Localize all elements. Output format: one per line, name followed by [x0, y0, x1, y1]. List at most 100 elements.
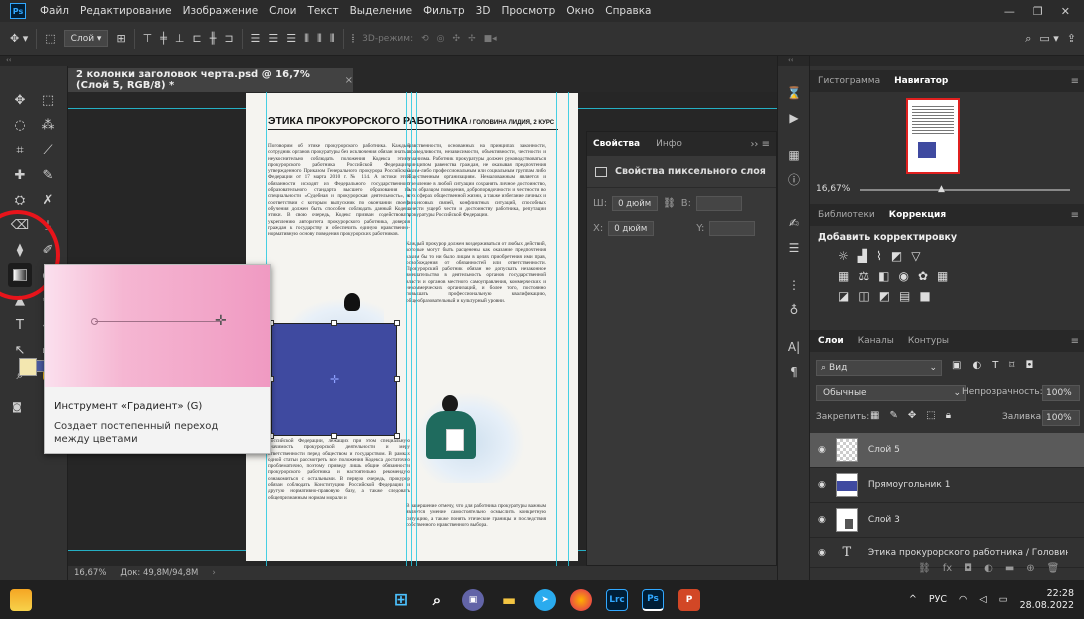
distribute-bottom-icon[interactable]: ☰ [286, 32, 296, 45]
photo-filter-icon[interactable]: ◉ [898, 269, 908, 283]
magic-wand-tool-icon[interactable]: ⁂ [36, 113, 60, 137]
opacity-field[interactable]: 100% [1042, 385, 1080, 401]
light-icon[interactable]: ♁ [778, 297, 810, 322]
threshold-icon[interactable]: ◩ [879, 289, 890, 303]
layer-row[interactable]: ◉ Слой 3 [810, 503, 1084, 538]
layer-select-dropdown[interactable]: Слой ▾ [63, 30, 109, 47]
align-bottom-icon[interactable]: ⊥ [175, 32, 185, 45]
height-field[interactable] [696, 196, 742, 211]
menu-file[interactable]: Файл [40, 5, 69, 17]
info-icon[interactable]: ⓘ [778, 167, 810, 192]
adjustments-icon[interactable]: ☰ [778, 235, 810, 260]
mask-icon[interactable]: ◘ [964, 563, 972, 574]
3d-roll-icon[interactable]: ◎ [437, 34, 445, 44]
tab-info[interactable]: Инфо [656, 139, 682, 149]
clone-stamp-tool-icon[interactable]: ⛭ [8, 188, 32, 212]
eye-icon[interactable]: ◉ [818, 480, 826, 490]
tab-properties[interactable]: Свойства [593, 139, 640, 149]
panel-menu-icon[interactable]: ›› ≡ [750, 139, 770, 150]
align-left-icon[interactable]: ⊏ [192, 32, 201, 45]
align-vcenter-icon[interactable]: ╪ [160, 32, 167, 45]
y-field[interactable] [709, 221, 756, 236]
fill-field[interactable]: 100% [1042, 410, 1080, 426]
share-icon[interactable]: ⇪ [1067, 32, 1076, 45]
menu-3d[interactable]: 3D [476, 5, 491, 17]
libraries-icon[interactable]: ⋮ [778, 272, 810, 297]
teams-icon[interactable]: ▣ [462, 588, 484, 611]
firefox-icon[interactable] [570, 588, 592, 611]
auto-select-icon[interactable]: ⬚ [45, 32, 55, 45]
eye-icon[interactable]: ◉ [818, 515, 826, 525]
minimize-icon[interactable]: — [1004, 5, 1015, 18]
menu-view[interactable]: Просмотр [501, 5, 555, 17]
adjustment-layer-icon[interactable]: ◐ [984, 563, 993, 574]
eye-icon[interactable]: ◉ [818, 445, 826, 455]
panel-menu-icon[interactable]: ≡ [1071, 336, 1079, 347]
navigator-zoom-slider[interactable] [860, 189, 1070, 191]
delete-layer-icon[interactable]: 🗑︎ [1047, 563, 1060, 574]
tab-layers[interactable]: Слои [818, 336, 844, 346]
x-field[interactable]: 0 дюйм [608, 221, 655, 236]
lock-move-icon[interactable]: ✥ [908, 410, 916, 421]
exposure-icon[interactable]: ◩ [891, 249, 902, 263]
brush-tool-icon[interactable]: ✎ [36, 163, 60, 187]
volume-icon[interactable]: ◁ [979, 594, 986, 605]
document-tab[interactable]: 2 колонки заголовок черта.psd @ 16,7% (С… [68, 68, 353, 92]
tab-paths[interactable]: Контуры [908, 336, 949, 346]
menu-help[interactable]: Справка [605, 5, 651, 17]
document-canvas[interactable]: ЭТИКА ПРОКУРОРСКОГО РАБОТНИКА / ГОЛОВИНА… [246, 92, 578, 566]
distribute-right-icon[interactable]: ⦀ [330, 32, 335, 46]
play-icon[interactable]: ▶ [778, 105, 810, 130]
distribute-center-icon[interactable]: ⦀ [317, 32, 322, 46]
lock-artboard-icon[interactable]: ⬚ [926, 410, 935, 421]
hue-saturation-icon[interactable]: ▦ [838, 269, 849, 283]
transform-handle[interactable] [394, 376, 400, 382]
history-brush-tool-icon[interactable]: ✗ [36, 188, 60, 212]
3d-orbit-icon[interactable]: ⟲ [421, 34, 429, 44]
panel-menu-icon[interactable]: ≡ [1071, 76, 1079, 87]
histogram-icon[interactable]: ▦ [778, 142, 810, 167]
powerpoint-icon[interactable]: P [678, 588, 700, 611]
layer-row[interactable]: ◉ Прямоугольник 1 [810, 468, 1084, 503]
brush-settings-icon[interactable]: ✍ [778, 210, 810, 235]
photoshop-taskbar-icon[interactable]: Ps [642, 588, 664, 611]
lasso-tool-icon[interactable]: ◌ [8, 113, 32, 137]
distribute-top-icon[interactable]: ☰ [251, 32, 261, 45]
close-icon[interactable]: ✕ [1061, 5, 1070, 18]
color-lookup-icon[interactable]: ▦ [937, 269, 948, 283]
new-layer-icon[interactable]: ⊕ [1026, 563, 1034, 574]
search-icon[interactable]: ⌕ [1025, 32, 1031, 46]
menu-image[interactable]: Изображение [183, 5, 259, 17]
foreground-color-swatch[interactable] [19, 358, 37, 376]
navigator-preview[interactable] [906, 98, 960, 174]
transform-handle[interactable] [331, 433, 337, 439]
link-layers-icon[interactable]: ⛓ [918, 563, 931, 574]
document-tab-close-icon[interactable]: × [345, 75, 353, 86]
curves-icon[interactable]: ⌇ [876, 249, 882, 263]
clock[interactable]: 22:28 28.08.2022 [1020, 588, 1074, 612]
filter-type-icon[interactable]: T [992, 360, 998, 371]
menu-filter[interactable]: Фильтр [423, 5, 465, 17]
vibrance-icon[interactable]: ▽ [911, 249, 920, 263]
menu-layers[interactable]: Слои [269, 5, 296, 17]
width-field[interactable]: 0 дюйм [612, 196, 659, 211]
channel-mixer-icon[interactable]: ✿ [918, 269, 928, 283]
artboard-tool-icon[interactable]: ⬚ [36, 88, 60, 112]
filter-shape-icon[interactable]: ⌑ [1009, 360, 1014, 371]
tab-histogram[interactable]: Гистограмма [818, 76, 880, 86]
expand-icon[interactable]: ‹‹ [778, 56, 810, 66]
fx-icon[interactable]: fx [943, 563, 952, 574]
distribute-middle-icon[interactable]: ☰ [268, 32, 278, 45]
battery-icon[interactable]: ▭ [999, 594, 1008, 605]
move-tool-icon[interactable]: ✥ [8, 88, 32, 112]
align-hcenter-icon[interactable]: ╫ [210, 32, 217, 45]
tray-arrow-icon[interactable]: ^ [909, 594, 917, 605]
gradient-map-icon[interactable]: ▤ [899, 289, 910, 303]
history-icon[interactable]: ⌛ [778, 80, 810, 105]
restore-icon[interactable]: ❐ [1033, 5, 1043, 18]
menu-select[interactable]: Выделение [350, 5, 413, 17]
black-white-icon[interactable]: ◧ [878, 269, 889, 283]
collapse-icon[interactable]: ‹‹ [0, 56, 68, 66]
blend-mode-dropdown[interactable]: Обычные ⌄ [816, 385, 966, 401]
group-icon[interactable]: ▬ [1005, 563, 1014, 574]
